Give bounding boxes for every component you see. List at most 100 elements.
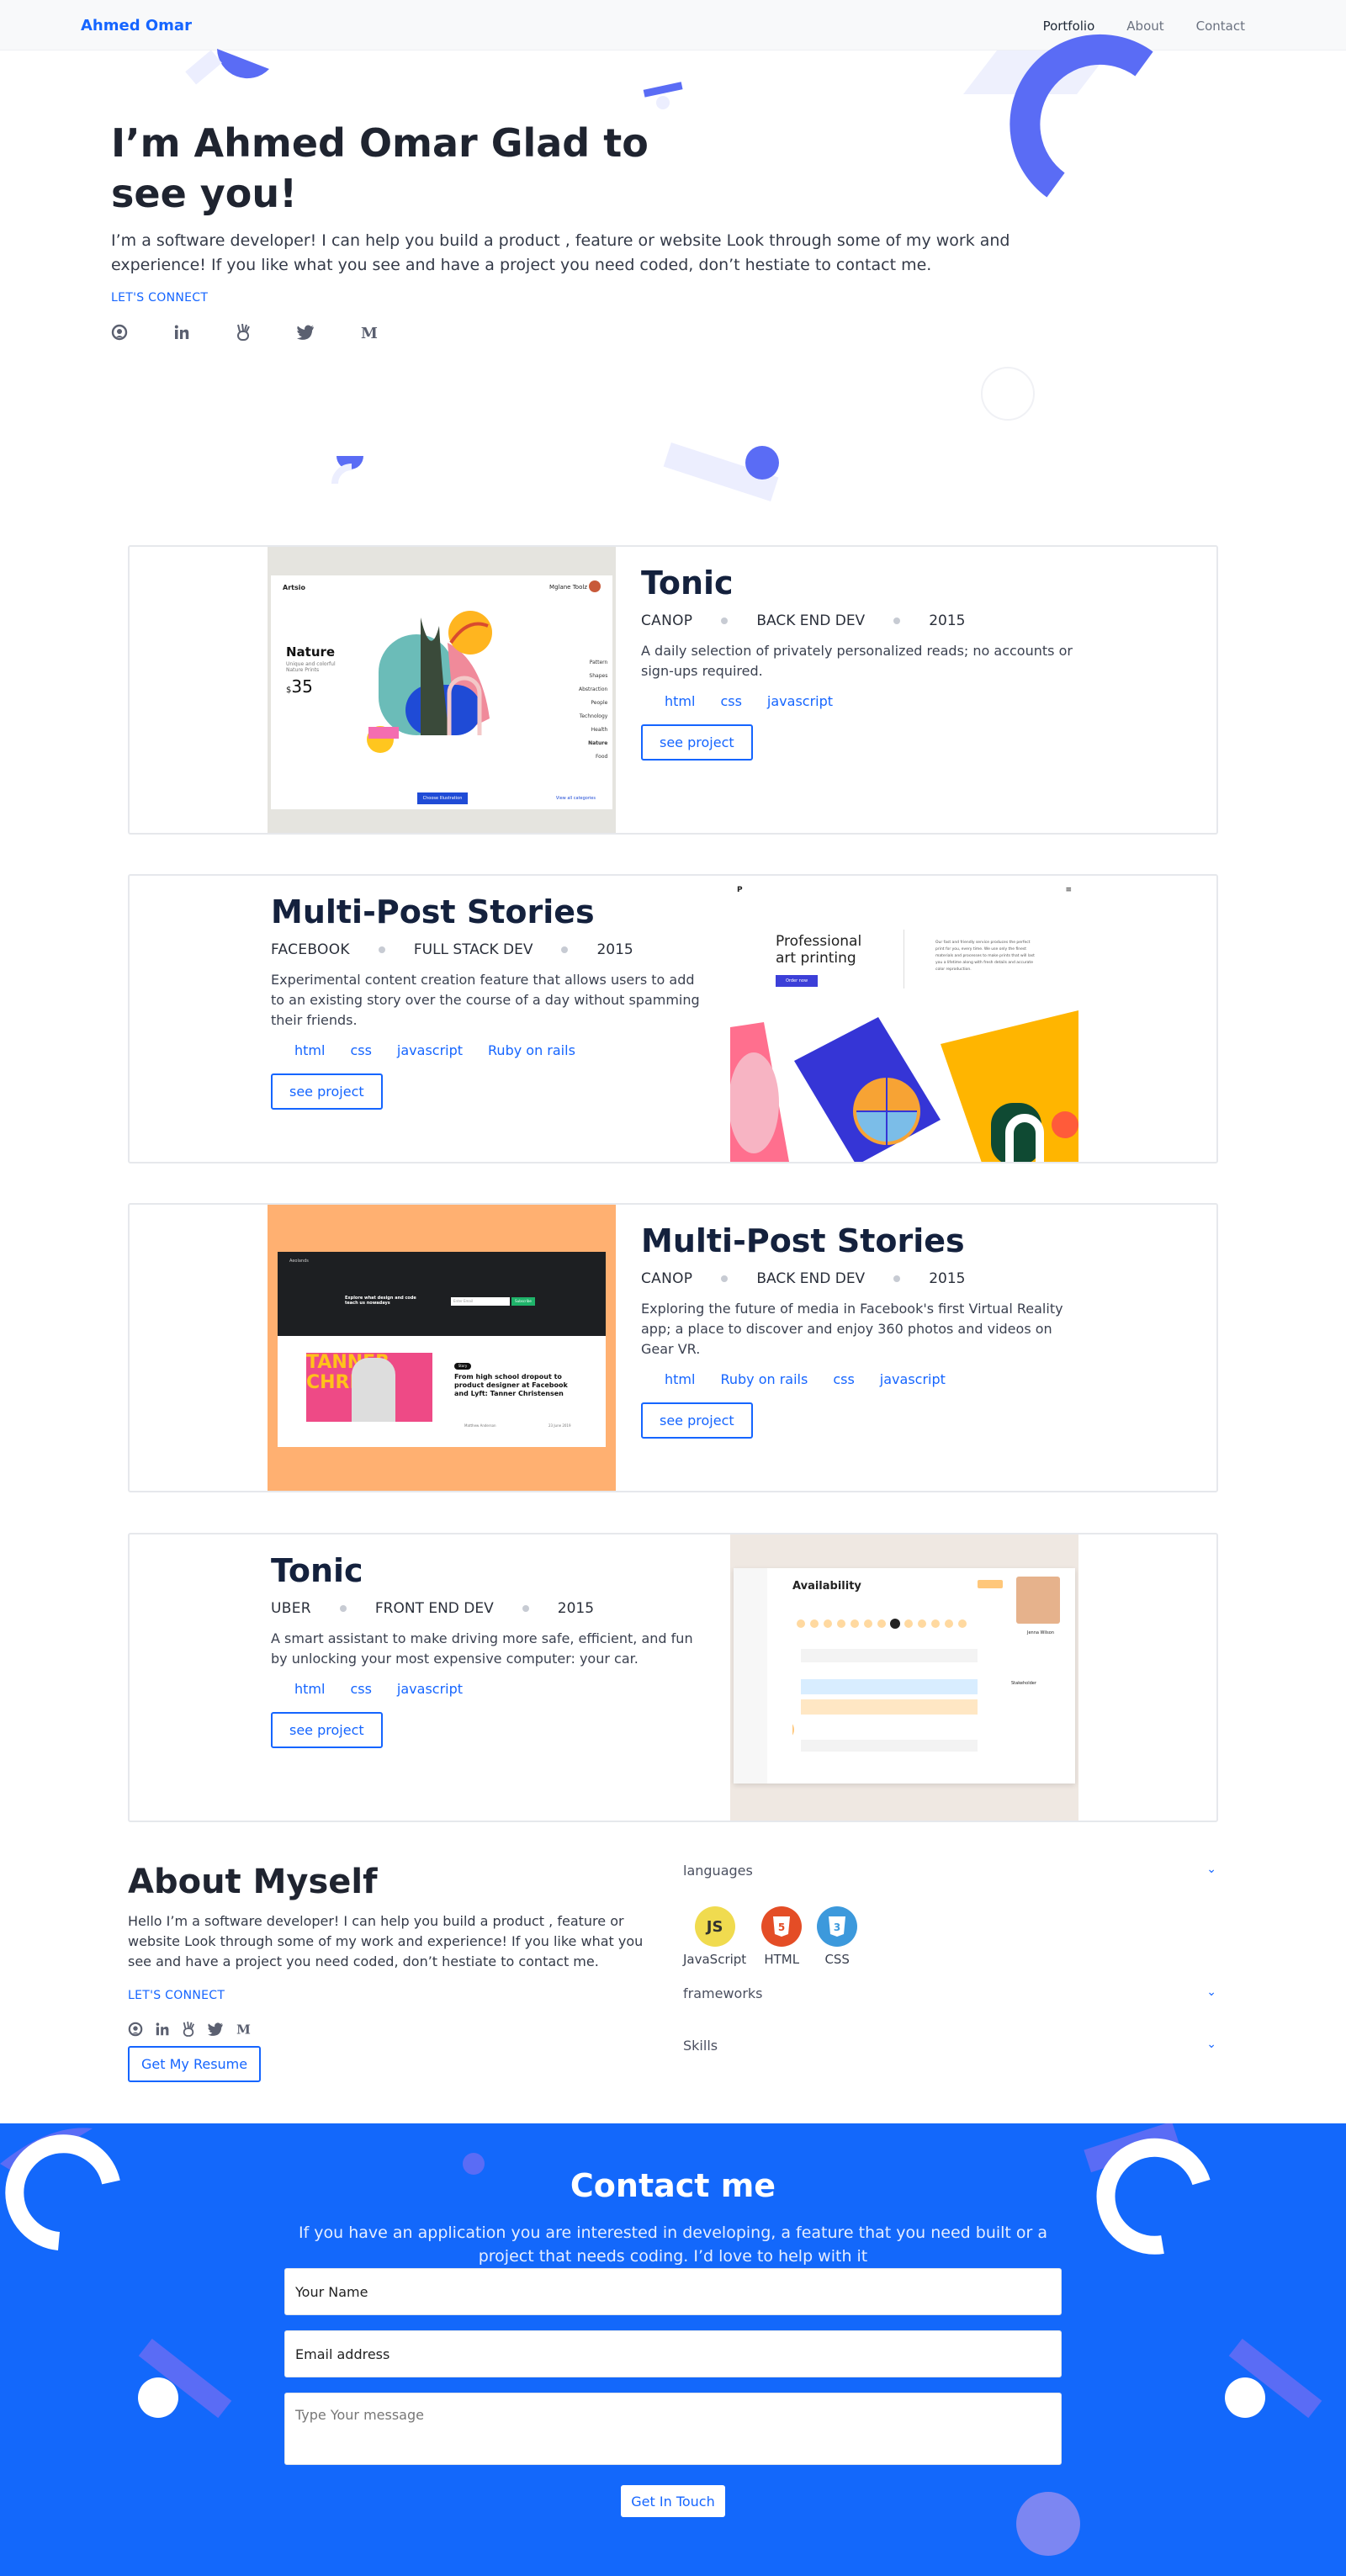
tag: css — [350, 1681, 372, 1697]
nav-link-about[interactable]: About — [1126, 19, 1163, 34]
project-role: FULL STACK DEV — [413, 941, 533, 958]
shot-email-input[interactable]: Enter Email — [451, 1297, 510, 1306]
see-project-button[interactable]: see project — [641, 1402, 753, 1439]
angellist-icon[interactable] — [182, 2021, 195, 2038]
shot-user: Mglane Toolz — [549, 584, 587, 591]
chevron-down-icon: ⌄ — [1206, 2038, 1216, 2051]
tag: Ruby on rails — [488, 1042, 575, 1058]
see-project-button[interactable]: see project — [271, 1712, 383, 1748]
message-field[interactable] — [284, 2393, 1062, 2465]
art-printing-illustration — [730, 1010, 1078, 1162]
nature-illustration — [367, 611, 492, 753]
shot-hero-text: Explore what design and code teach us no… — [345, 1296, 416, 1306]
get-resume-button[interactable]: Get My Resume — [128, 2046, 262, 2082]
tag: html — [665, 1371, 696, 1387]
about-connect-link[interactable]: LET'S CONNECT — [128, 1989, 225, 2002]
css3-icon: 3 — [817, 1906, 858, 1947]
menu-item[interactable]: Health — [579, 724, 608, 737]
shot-heading: Nature — [286, 644, 336, 660]
get-in-touch-button[interactable]: Get In Touch — [621, 2485, 725, 2517]
tag: javascript — [879, 1371, 946, 1387]
calendar-schedule — [792, 1619, 978, 1752]
project-description: A daily selection of privately personali… — [641, 643, 1073, 679]
tag: html — [665, 693, 696, 709]
menu-item[interactable]: Technology — [579, 710, 608, 724]
project-year: 2015 — [929, 1270, 966, 1287]
project-screenshot[interactable]: Availability Jenna Wilson Stakeholder — [730, 1534, 1078, 1821]
menu-item[interactable]: People — [579, 697, 607, 710]
tag: html — [294, 1042, 326, 1058]
hero-title: I’m Ahmed Omar Glad to see you! — [111, 120, 649, 216]
language-label: JavaScript — [683, 1952, 747, 1967]
svg-text:3: 3 — [834, 1921, 840, 1933]
linkedin-icon[interactable] — [173, 324, 190, 341]
name-field[interactable] — [284, 2268, 1062, 2315]
profile-photo — [1016, 1577, 1060, 1624]
hamburger-icon[interactable]: ≡ — [1065, 886, 1072, 894]
chevron-down-icon: ⌄ — [1206, 1863, 1216, 1876]
nav-link-portfolio[interactable]: Portfolio — [1043, 19, 1095, 34]
language-label: HTML — [764, 1952, 800, 1967]
github-icon[interactable] — [111, 324, 128, 341]
shot-body: Our fast and friendly service produces t… — [935, 941, 1035, 972]
tag: Ruby on rails — [720, 1371, 808, 1387]
top-navbar: Ahmed Omar Portfolio About Contact — [0, 0, 1346, 50]
tag: css — [720, 693, 742, 709]
shot-link[interactable]: View all categories — [556, 796, 596, 801]
menu-item[interactable]: Food — [579, 750, 607, 764]
accordion-title: languages — [683, 1863, 753, 1879]
see-project-button[interactable]: see project — [271, 1073, 383, 1110]
project-description: A smart assistant to make driving more s… — [271, 1630, 693, 1667]
medium-icon[interactable]: M — [236, 2022, 252, 2036]
project-title: Tonic — [641, 564, 734, 602]
project-screenshot[interactable]: P ≡ Professional art printing Order now … — [730, 876, 1078, 1162]
accordion-title: Skills — [683, 2038, 718, 2054]
menu-item[interactable]: Abstraction — [579, 683, 607, 697]
github-icon[interactable] — [128, 2022, 143, 2037]
meta-dot — [339, 1605, 347, 1612]
see-project-button[interactable]: see project — [641, 724, 753, 761]
project-title: Multi-Post Stories — [641, 1222, 965, 1259]
project-description: Experimental content creation feature th… — [271, 972, 700, 1028]
language-list: JS JavaScript 5 HTML 3 CSS — [683, 1906, 858, 1967]
project-client: FACEBOOK — [271, 941, 350, 958]
menu-item[interactable]: Pattern — [579, 656, 608, 670]
shot-cta[interactable]: Order now — [776, 975, 818, 987]
twitter-icon[interactable] — [207, 2022, 224, 2036]
language-item: 3 CSS — [817, 1906, 858, 1967]
angellist-icon[interactable] — [236, 323, 251, 342]
project-screenshot[interactable]: Aeolands Explore what design and code te… — [268, 1205, 616, 1491]
tag: javascript — [396, 1042, 464, 1058]
project-info: Tonic CANOP BACK END DEV 2015 A daily se… — [641, 547, 1095, 761]
shot-price: 35 — [291, 676, 313, 697]
brand-logo[interactable]: Ahmed Omar — [81, 17, 192, 34]
project-info: Multi-Post Stories CANOP BACK END DEV 20… — [641, 1205, 1095, 1439]
shot-subscribe-button[interactable]: Subscribe — [511, 1297, 535, 1306]
hero-connect-link[interactable]: LET'S CONNECT — [111, 291, 208, 305]
accordion-frameworks[interactable]: frameworks ⌄ — [683, 1985, 1216, 2001]
project-meta: UBER FRONT END DEV 2015 — [271, 1600, 725, 1617]
medium-icon[interactable]: M — [360, 325, 379, 340]
project-card: Aeolands Explore what design and code te… — [128, 1203, 1218, 1492]
accordion-skills[interactable]: Skills ⌄ — [683, 2038, 1216, 2054]
menu-item[interactable]: Nature — [579, 737, 607, 750]
menu-item[interactable]: Shapes — [579, 670, 607, 683]
email-field[interactable] — [284, 2330, 1062, 2377]
shot-cta[interactable]: Choose Illustration — [417, 792, 468, 804]
contact-subtitle: If you have an application you are inter… — [298, 2224, 1048, 2266]
twitter-icon[interactable] — [296, 325, 315, 340]
linkedin-icon[interactable] — [155, 2022, 170, 2037]
project-year: 2015 — [929, 612, 966, 629]
shot-button[interactable] — [978, 1580, 1003, 1588]
project-title: Tonic — [271, 1552, 363, 1589]
nav-link-contact[interactable]: Contact — [1196, 19, 1245, 34]
about-text: Hello I’m a software developer! I can he… — [128, 1913, 644, 1969]
story-badge: Story — [454, 1363, 471, 1370]
shot-heading: Professional art printing — [776, 933, 862, 967]
accordion-languages[interactable]: languages ⌄ — [683, 1863, 1216, 1879]
project-screenshot[interactable]: Artsio Mglane Toolz Nature Unique and co… — [268, 547, 616, 833]
shot-date: 23 June 2019 — [548, 1423, 571, 1428]
meta-dot — [721, 617, 729, 624]
shot-heading: Availability — [792, 1580, 861, 1593]
project-meta: CANOP BACK END DEV 2015 — [641, 612, 1095, 629]
